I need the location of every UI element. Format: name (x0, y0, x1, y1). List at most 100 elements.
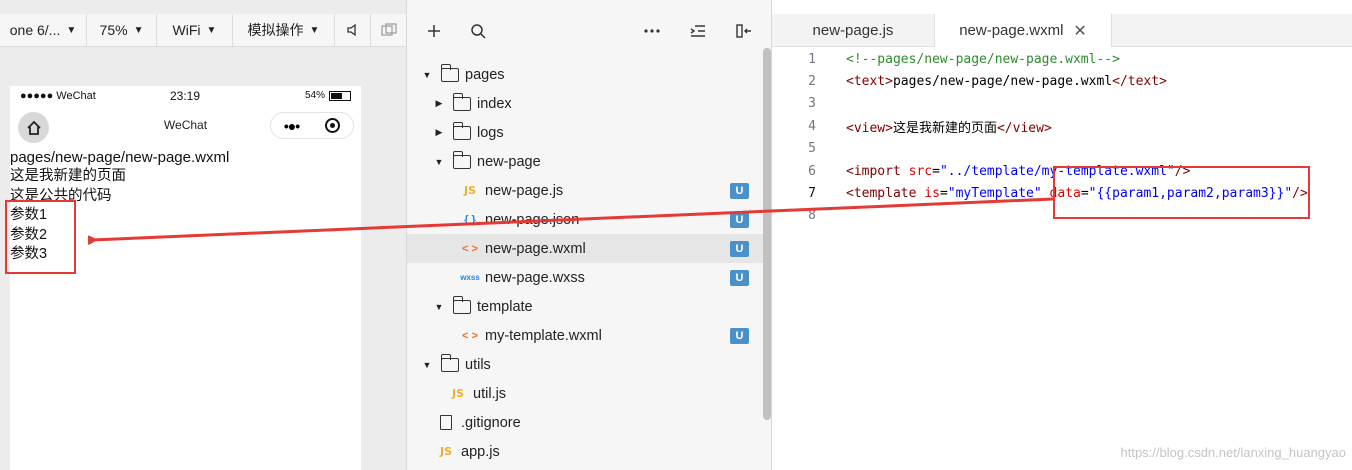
code-line: 1 <!--pages/new-page/new-page.wxml--> (772, 48, 1352, 70)
wechat-nav-bar: WeChat •●• (10, 106, 361, 146)
caret-right-icon[interactable]: ▶ (433, 98, 445, 109)
file-tree-label: util.js (473, 385, 507, 402)
code-line: 3 (772, 93, 1352, 115)
code-text: <text>pages/new-page/new-page.wxml</text… (846, 73, 1167, 89)
zoom-select[interactable]: 75% ▼ (87, 13, 157, 47)
explorer-scrollbar[interactable] (763, 48, 771, 420)
file-icon (435, 415, 457, 430)
git-status-badge: U (730, 211, 749, 228)
line-number: 2 (808, 73, 816, 89)
carrier-text: ●●●●● WeChat (20, 90, 96, 102)
file-tree-label: app.js (461, 443, 500, 460)
add-icon[interactable] (423, 14, 445, 47)
close-miniprogram-button[interactable] (312, 118, 353, 133)
line-number: 5 (808, 141, 816, 157)
file-tree-item[interactable]: wxss new-page.wxss U (407, 263, 763, 292)
caret-down-icon[interactable]: ▼ (433, 302, 445, 312)
file-tree-item[interactable]: ▼ template (407, 292, 763, 321)
device-select[interactable]: one 6/... ▼ (0, 13, 87, 47)
file-tree-item[interactable]: < > my-template.wxml U (407, 321, 763, 350)
tab-label: new-page.js (812, 22, 894, 39)
code-text: <view>这是我新建的页面</view> (846, 120, 1052, 136)
caret-down-icon[interactable]: ▼ (421, 70, 433, 80)
file-tree-item[interactable]: JS app.js (407, 437, 763, 466)
file-tree-item[interactable]: ▼ pages (407, 60, 763, 89)
js-file-icon: JS (451, 387, 464, 400)
file-tree-item[interactable]: JS util.js (407, 379, 763, 408)
folder-icon (451, 121, 473, 140)
more-button[interactable]: •●• (271, 118, 312, 134)
tab-label: new-page.wxml (959, 22, 1064, 39)
caret-right-icon[interactable]: ▶ (433, 127, 445, 138)
file-tree-item[interactable]: { } new-page.json U (407, 205, 763, 234)
folder-icon (439, 63, 461, 82)
file-tree-item[interactable]: ▼ new-page (407, 147, 763, 176)
file-tree-label: index (477, 95, 512, 112)
git-status-badge: U (730, 269, 749, 286)
window-icon (380, 23, 397, 36)
file-tree-label: new-page.wxss (485, 269, 585, 286)
wxml-file-icon: < > (462, 329, 478, 342)
tab-new-page-wxml[interactable]: new-page.wxml ✕ (934, 14, 1112, 47)
more-icon[interactable] (641, 14, 663, 47)
code-line: 4 <view>这是我新建的页面</view> (772, 115, 1352, 137)
line-number: 7 (808, 185, 816, 201)
network-select[interactable]: WiFi ▼ (157, 13, 233, 47)
wxml-file-icon: < > (462, 242, 478, 255)
caret-down-icon[interactable]: ▼ (421, 360, 433, 370)
file-tree-label: my-template.wxml (485, 327, 602, 344)
devtools-window: one 6/... ▼ 75% ▼ WiFi ▼ 模拟操作 ▼ ●●●●● We… (0, 0, 1352, 470)
file-tree-label: new-page.js (485, 182, 564, 199)
chevron-down-icon: ▼ (133, 24, 144, 36)
capsule-menu: •●• (270, 112, 354, 139)
line-number: 3 (808, 96, 816, 112)
window-button[interactable] (371, 14, 406, 47)
mute-button[interactable] (335, 13, 371, 47)
code-line: 5 (772, 138, 1352, 160)
file-tree-label: new-page (477, 153, 541, 170)
simulator-panel: one 6/... ▼ 75% ▼ WiFi ▼ 模拟操作 ▼ ●●●●● We… (0, 0, 406, 470)
file-tree-item[interactable]: < > new-page.wxml U (407, 234, 763, 263)
phone-screen: ●●●●● WeChat 23:19 54% WeChat •●• pages/… (10, 86, 361, 470)
git-status-badge: U (730, 240, 749, 257)
close-icon[interactable]: ✕ (1073, 21, 1086, 41)
file-tree-label: template (477, 298, 533, 315)
file-tree-label: utils (465, 356, 491, 373)
page-line-1: 这是我新建的页面 (10, 168, 126, 184)
search-icon[interactable] (467, 14, 489, 47)
simulate-operation-select[interactable]: 模拟操作 ▼ (233, 13, 335, 47)
code-text: <!--pages/new-page/new-page.wxml--> (846, 51, 1120, 67)
file-tree-label: logs (477, 124, 504, 141)
split-panel-icon[interactable] (733, 14, 755, 47)
chevron-down-icon: ▼ (66, 24, 77, 36)
js-file-icon: JS (463, 184, 476, 197)
caret-down-icon[interactable]: ▼ (433, 157, 445, 167)
file-tree-label: pages (465, 66, 505, 83)
annotation-box-params (5, 200, 76, 274)
file-explorer: ▼ pages ▶ index ▶ logs ▼ new-page JS new-page.js U… (406, 0, 772, 470)
chevron-down-icon: ▼ (206, 24, 217, 36)
collapse-all-icon[interactable] (687, 14, 709, 47)
git-status-badge: U (730, 182, 749, 199)
battery-percent: 54% (305, 90, 326, 101)
file-tree-item[interactable]: .gitignore (407, 408, 763, 437)
status-bar: ●●●●● WeChat 23:19 54% (10, 86, 361, 106)
line-number: 8 (808, 208, 816, 224)
editor-tabs: new-page.js new-page.wxml ✕ (772, 14, 1352, 47)
status-time: 23:19 (170, 89, 201, 103)
file-tree-label: new-page.wxml (485, 240, 586, 257)
folder-icon (451, 92, 473, 111)
code-line: 2 <text>pages/new-page/new-page.wxml</tex… (772, 70, 1352, 92)
file-tree-item[interactable]: ▶ logs (407, 118, 763, 147)
battery-status: 54% (305, 90, 352, 101)
zoom-label: 75% (99, 22, 128, 38)
tab-new-page-js[interactable]: new-page.js (772, 14, 934, 47)
file-tree-item[interactable]: ▶ index (407, 89, 763, 118)
git-status-badge: U (730, 327, 749, 344)
file-tree-item[interactable]: JS new-page.js U (407, 176, 763, 205)
explorer-toolbar (407, 14, 773, 47)
file-tree-item[interactable]: ▼ utils (407, 350, 763, 379)
js-file-icon: JS (439, 445, 452, 458)
file-tree-label: .gitignore (461, 414, 521, 431)
record-icon (325, 118, 340, 133)
